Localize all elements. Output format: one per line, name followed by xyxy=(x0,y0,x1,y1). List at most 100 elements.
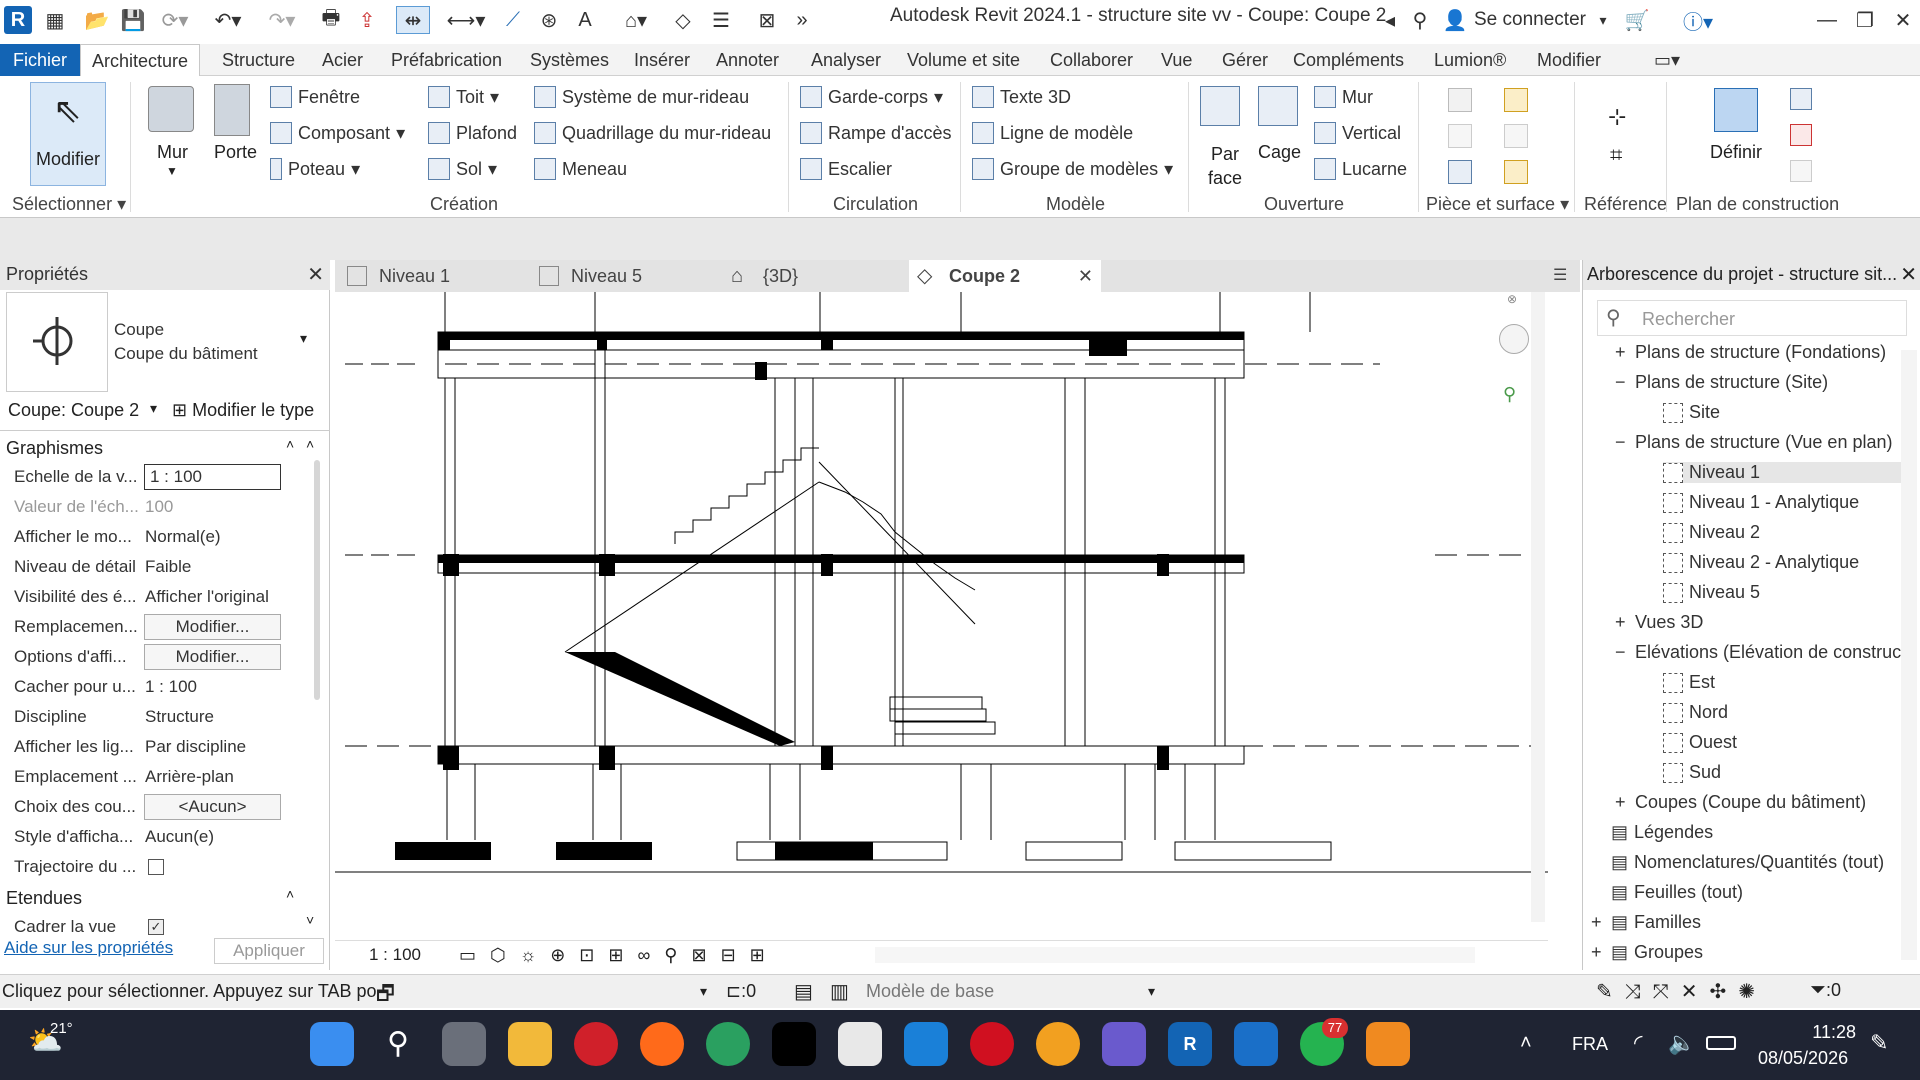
browser-item[interactable]: Niveau 5 xyxy=(1663,582,1760,603)
expand-qat-icon[interactable]: » xyxy=(790,6,814,34)
browser-item[interactable]: − Plans de structure (Vue en plan) xyxy=(1615,432,1892,453)
close-icon[interactable]: ✕ xyxy=(307,262,324,287)
tab-inserer[interactable]: Insérer xyxy=(634,44,690,76)
prop-row[interactable]: Afficher les lig... Par discipline xyxy=(0,732,300,762)
clock-date[interactable]: 08/05/2026 xyxy=(1758,1048,1848,1069)
tab-vue[interactable]: Vue xyxy=(1161,44,1192,76)
section-etendues[interactable]: Etendues xyxy=(6,888,82,909)
selection-filter-icons[interactable]: ✎⤨⤧✕✣✺ xyxy=(1596,979,1767,1004)
prop-value[interactable]: Structure xyxy=(145,707,214,727)
fenetre-button[interactable]: Fenêtre xyxy=(270,86,360,108)
shaft-icon[interactable] xyxy=(1258,86,1298,126)
wall-icon[interactable] xyxy=(148,86,194,132)
prop-value[interactable]: Afficher l'original xyxy=(145,587,269,607)
browser-item[interactable]: Est xyxy=(1663,672,1715,693)
prop-row[interactable]: Discipline Structure xyxy=(0,702,300,732)
browser-item[interactable]: + ▤ Familles xyxy=(1591,912,1701,933)
prop-row[interactable]: Niveau de détail Faible xyxy=(0,552,300,582)
browser-item[interactable]: + Coupes (Coupe du bâtiment) xyxy=(1615,792,1866,813)
viewer-icon[interactable] xyxy=(1790,160,1812,182)
workset-count[interactable]: ⊏:0 xyxy=(726,981,756,1002)
tab-modifier[interactable]: Modifier xyxy=(1537,44,1601,76)
crop-view-checkbox[interactable]: ✓ xyxy=(148,919,164,935)
browser-item[interactable]: ▤ Feuilles (tout) xyxy=(1591,882,1743,903)
redo-icon[interactable]: ↷▾ xyxy=(262,6,302,34)
meneau-button[interactable]: Meneau xyxy=(534,158,627,180)
group-selectionner[interactable]: Sélectionner ▾ xyxy=(12,194,126,215)
open-icon[interactable]: 📂 xyxy=(84,6,110,34)
expand-icon[interactable]: + xyxy=(1615,612,1629,633)
rampe-button[interactable]: Rampe d'accès xyxy=(800,122,952,144)
wifi-icon[interactable]: ◜ xyxy=(1634,1030,1643,1056)
sys-mur-rideau-button[interactable]: Système de mur-rideau xyxy=(534,86,749,108)
worksets-icon[interactable]: ▤ xyxy=(794,979,813,1004)
close-hidden-icon[interactable]: ⊠ xyxy=(754,6,780,34)
workplane-icon[interactable] xyxy=(1714,88,1758,132)
detail-icon[interactable]: ⊛ xyxy=(536,6,562,34)
volume-icon[interactable]: 🔈 xyxy=(1668,1030,1695,1056)
browser-item[interactable]: Niveau 2 - Analytique xyxy=(1663,552,1859,573)
tab-collaborer[interactable]: Collaborer xyxy=(1050,44,1133,76)
tab-gerer[interactable]: Gérer xyxy=(1222,44,1268,76)
browser-item[interactable]: ▤ Nomenclatures/Quantités (tout) xyxy=(1591,852,1884,873)
tab-prefabrication[interactable]: Préfabrication xyxy=(391,44,502,76)
store-icon[interactable] xyxy=(838,1022,882,1066)
filter-icon[interactable]: ⏷:0 xyxy=(1810,979,1841,1002)
view-scale[interactable]: 1 : 100 xyxy=(369,945,421,965)
prop-value[interactable]: Par discipline xyxy=(145,737,246,757)
canvas-close-icon[interactable]: ⊗ xyxy=(1507,292,1527,312)
browser-item[interactable]: − Plans de structure (Site) xyxy=(1615,372,1828,393)
prop-row[interactable]: Emplacement ... Arrière-plan xyxy=(0,762,300,792)
expand-icon[interactable]: + xyxy=(1591,942,1605,962)
close-icon[interactable]: ✕ xyxy=(1888,6,1918,34)
chevron-down-icon[interactable]: ▾ xyxy=(150,400,157,417)
tab-volume-site[interactable]: Volume et site xyxy=(907,44,1020,76)
browser-item[interactable]: Nord xyxy=(1663,702,1728,723)
apply-button[interactable]: Appliquer xyxy=(214,938,324,964)
zoom-icon[interactable]: ⚲ xyxy=(1503,384,1527,408)
sync-icon[interactable]: ⟳▾ xyxy=(160,6,190,34)
definir-label[interactable]: Définir xyxy=(1710,142,1762,163)
revit-logo[interactable]: R xyxy=(4,6,32,34)
section-graphismes[interactable]: Graphismes xyxy=(6,438,103,459)
close-icon[interactable]: ✕ xyxy=(1078,260,1093,292)
by-face-icon[interactable] xyxy=(1200,86,1240,126)
chevron-down-icon[interactable]: ▾ xyxy=(1596,6,1610,34)
opera-icon[interactable] xyxy=(970,1022,1014,1066)
scroll-up-icon[interactable]: ˄ xyxy=(306,436,314,452)
expand-icon[interactable]: + xyxy=(1615,342,1629,363)
task-view-icon[interactable] xyxy=(442,1022,486,1066)
prop-row[interactable]: Style d'afficha... Aucun(e) xyxy=(0,822,300,852)
minimize-icon[interactable]: — xyxy=(1812,6,1842,34)
revit-taskbar-icon[interactable]: R xyxy=(1168,1022,1212,1066)
prop-value[interactable]: Aucun(e) xyxy=(145,827,214,847)
battery-icon[interactable] xyxy=(1706,1036,1736,1050)
plafond-button[interactable]: Plafond xyxy=(428,122,517,144)
tab-complements[interactable]: Compléments xyxy=(1293,44,1404,76)
prop-value[interactable]: Faible xyxy=(145,557,191,577)
prop-row[interactable]: Choix des cou... <Aucun> xyxy=(0,792,300,822)
prop-value[interactable]: Normal(e) xyxy=(145,527,221,547)
collapse-icon[interactable]: − xyxy=(1615,372,1629,393)
tag-icon[interactable]: ⟋ xyxy=(500,6,526,34)
overrides-edit-button[interactable]: Modifier... xyxy=(144,614,281,640)
text-icon[interactable]: A xyxy=(572,6,598,34)
poteau-button[interactable]: Poteau ▾ xyxy=(270,158,360,180)
type-name[interactable]: Coupe xyxy=(114,320,164,340)
home-icon[interactable]: ▦ xyxy=(42,6,68,34)
escalier-button[interactable]: Escalier xyxy=(800,158,892,180)
browser-item[interactable]: + Plans de structure (Fondations) xyxy=(1615,342,1886,363)
collapse-icon[interactable]: ˄ xyxy=(286,436,294,452)
user-icon[interactable]: 👤 xyxy=(1442,6,1468,34)
tab-architecture[interactable]: Architecture xyxy=(80,44,200,76)
browser-item[interactable]: Site xyxy=(1663,402,1720,423)
tab-fichier[interactable]: Fichier xyxy=(0,44,80,76)
tab-coupe-2[interactable]: ◇ Coupe 2 ✕ xyxy=(909,260,1101,292)
browser-item[interactable]: −Elévations (Elévation de construction) xyxy=(1615,642,1903,663)
export-icon[interactable]: ⇪ xyxy=(354,6,380,34)
porte-label[interactable]: Porte xyxy=(214,142,257,163)
tab-lumion[interactable]: Lumion® xyxy=(1434,44,1506,76)
nav-left-icon[interactable]: ◂ xyxy=(1380,6,1400,34)
groupe-modeles-button[interactable]: Groupe de modèles ▾ xyxy=(972,158,1173,180)
chevron-down-icon[interactable]: ▾ xyxy=(300,330,307,347)
